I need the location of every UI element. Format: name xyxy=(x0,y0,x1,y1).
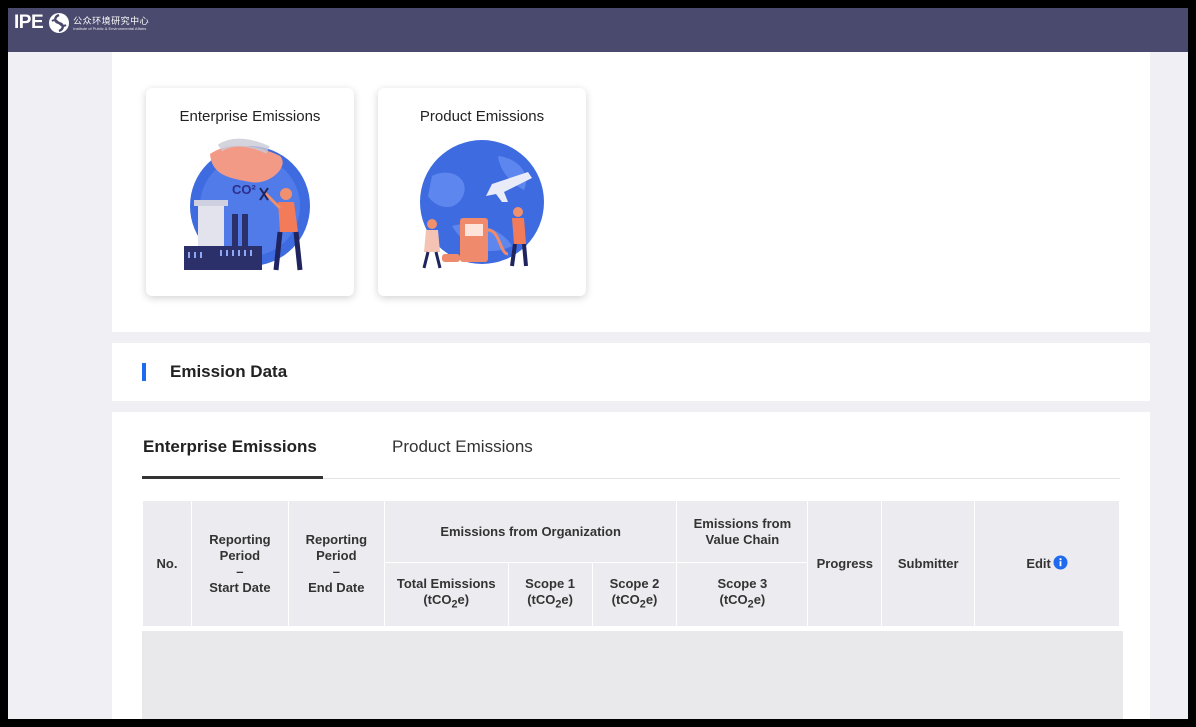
col-scope1-header: Scope 1 (tCO2e) xyxy=(507,562,593,627)
emission-data-panel: Enterprise Emissions Product Emissions N… xyxy=(112,412,1150,719)
col-scope2-header: Scope 2 (tCO2e) xyxy=(591,562,678,627)
tab-product-emissions[interactable]: Product Emissions xyxy=(392,437,533,457)
svg-text:CO²: CO² xyxy=(232,182,257,197)
col-edit-header: Edit xyxy=(974,500,1120,627)
col-end-date-header: Reporting Period – End Date xyxy=(287,500,385,627)
active-tab-indicator xyxy=(142,476,323,479)
tab-enterprise-emissions[interactable]: Enterprise Emissions xyxy=(143,437,317,457)
col-start-date-header: Reporting Period – Start Date xyxy=(190,500,289,627)
emission-type-cards-panel: Enterprise Emissions CO² Product Emissio… xyxy=(112,52,1150,332)
table-body-empty xyxy=(142,631,1123,719)
top-navigation-bar: IPE 公众环境研究中心 Institute of Public & Envir… xyxy=(8,8,1188,52)
logo-ipe-text: IPE xyxy=(14,12,44,33)
card-title: Enterprise Emissions xyxy=(179,108,321,125)
section-accent-bar xyxy=(142,363,146,381)
logo-swirl-icon xyxy=(49,13,70,33)
emissions-table: No. Reporting Period – Start Date Reporting… xyxy=(142,500,1120,627)
ipe-logo[interactable]: IPE 公众环境研究中心 Institute of Public & Envir… xyxy=(14,12,149,34)
globe-transport-illustration xyxy=(420,140,544,269)
card-title: Product Emissions xyxy=(419,108,545,125)
logo-chinese-name: 公众环境研究中心 xyxy=(73,15,150,26)
col-no-header: No. xyxy=(142,500,192,627)
product-emissions-card[interactable]: Product Emissions xyxy=(378,88,586,296)
col-total-emissions-header: Total Emissions (tCO2e) xyxy=(383,562,509,627)
col-submitter-header: Submitter xyxy=(881,500,976,627)
logo-wordmark: 公众环境研究中心 Institute of Public & Environme… xyxy=(73,16,149,31)
emission-data-heading-panel: Emission Data xyxy=(112,343,1150,401)
enterprise-emissions-card[interactable]: Enterprise Emissions CO² xyxy=(146,88,354,296)
col-progress-header: Progress xyxy=(807,500,883,627)
group-organization-header: Emissions from Organization xyxy=(383,500,678,563)
group-value-chain-header: Emissions from Value Chain xyxy=(676,500,809,563)
col-scope3-header: Scope 3 (tCO2e) xyxy=(676,562,809,627)
logo-english-name: Institute of Public & Environmental Affa… xyxy=(73,25,147,31)
factory-emissions-illustration: CO² xyxy=(184,138,310,271)
info-icon[interactable] xyxy=(1053,555,1068,570)
section-title: Emission Data xyxy=(170,362,288,381)
app-frame: IPE 公众环境研究中心 Institute of Public & Envir… xyxy=(8,8,1188,719)
